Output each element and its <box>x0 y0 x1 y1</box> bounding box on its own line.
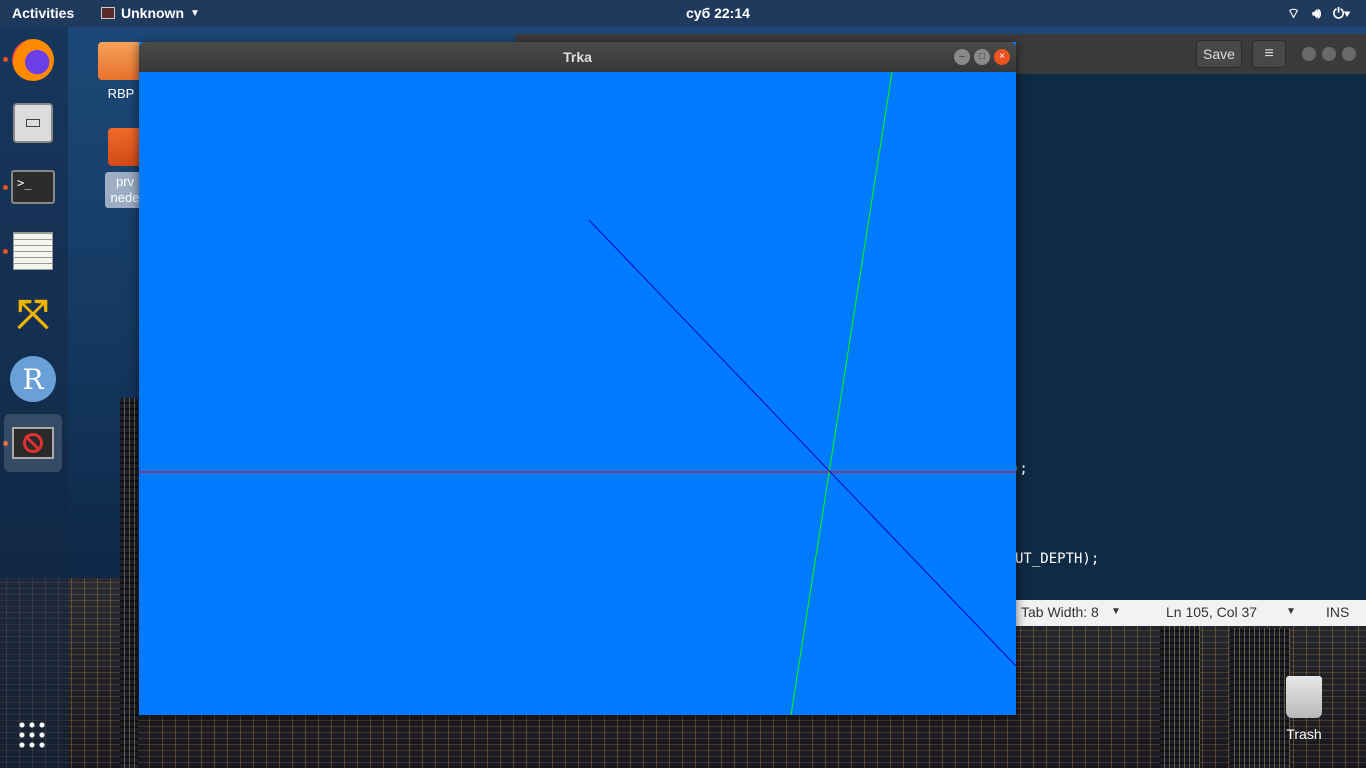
unknown-app-icon <box>12 427 54 459</box>
dock-item-files[interactable] <box>4 94 62 152</box>
insert-mode: INS <box>1326 604 1350 620</box>
close-button[interactable] <box>1342 47 1356 61</box>
gl-canvas[interactable] <box>139 72 1016 715</box>
system-tray[interactable]: ⌔ 🔊︎ ⏻▾ <box>1287 5 1350 23</box>
tab-width-dropdown[interactable]: Tab Width: 8 <box>1021 604 1099 620</box>
app-icon <box>101 7 115 19</box>
clock[interactable]: суб 22:14 <box>686 5 750 21</box>
trash-icon <box>1286 676 1322 718</box>
cursor-position[interactable]: Ln 105, Col 37 <box>1166 604 1257 620</box>
wifi-icon: ⌔ <box>1287 5 1301 21</box>
r-icon: R <box>10 356 56 402</box>
vmware-icon: ⤧ <box>17 293 49 337</box>
minimize-button[interactable]: – <box>954 49 970 65</box>
desktop-trash[interactable]: Trash <box>1281 676 1327 742</box>
top-bar: Activities Unknown ▼ суб 22:14 ⌔ 🔊︎ ⏻▾ <box>0 0 1366 27</box>
minimize-button[interactable] <box>1302 47 1316 61</box>
text-editor-icon <box>13 232 53 270</box>
trka-window: Trka – □ × <box>139 42 1016 715</box>
window-title[interactable]: Trka <box>139 42 1016 72</box>
folder-icon <box>108 128 142 166</box>
firefox-icon <box>12 39 54 81</box>
dock-item-unknown-app[interactable] <box>4 414 62 472</box>
maximize-button[interactable]: □ <box>974 49 990 65</box>
y-axis-line <box>790 72 893 715</box>
close-button[interactable]: × <box>994 49 1010 65</box>
dock-item-r[interactable]: R <box>4 350 62 408</box>
app-menu[interactable]: Unknown ▼ <box>101 5 200 21</box>
skyscraper <box>120 398 138 768</box>
dock-item-text-editor[interactable] <box>4 222 62 280</box>
chevron-down-icon[interactable]: ▼ <box>1286 606 1296 617</box>
dock-item-firefox[interactable] <box>4 31 62 89</box>
save-button[interactable]: Save <box>1196 40 1242 68</box>
z-axis-line <box>588 219 1016 667</box>
dock-item-terminal[interactable]: >_ <box>4 158 62 216</box>
dock: >_ ⤧ R <box>0 27 68 768</box>
trash-label: Trash <box>1286 726 1322 742</box>
folder-icon <box>98 42 144 80</box>
code-line[interactable]: UT_DEPTH); <box>1015 551 1099 567</box>
desktop-folder-label: RBP <box>107 86 135 101</box>
chevron-down-icon: ▼ <box>190 7 200 19</box>
power-icon: ⏻▾ <box>1333 5 1350 21</box>
desktop-folder-rbp[interactable]: RBP <box>97 42 145 101</box>
skyscraper <box>1160 618 1200 768</box>
maximize-button[interactable] <box>1322 47 1336 61</box>
dock-item-vmware[interactable]: ⤧ <box>4 286 62 344</box>
app-menu-label: Unknown <box>121 5 184 21</box>
activities-button[interactable]: Activities <box>12 5 74 21</box>
volume-icon: 🔊︎ <box>1312 5 1322 21</box>
hamburger-menu-icon[interactable]: ≡ <box>1252 40 1286 68</box>
show-applications-icon[interactable] <box>17 720 49 752</box>
chevron-down-icon[interactable]: ▼ <box>1111 606 1121 617</box>
terminal-icon: >_ <box>11 170 55 204</box>
files-icon <box>13 103 53 143</box>
